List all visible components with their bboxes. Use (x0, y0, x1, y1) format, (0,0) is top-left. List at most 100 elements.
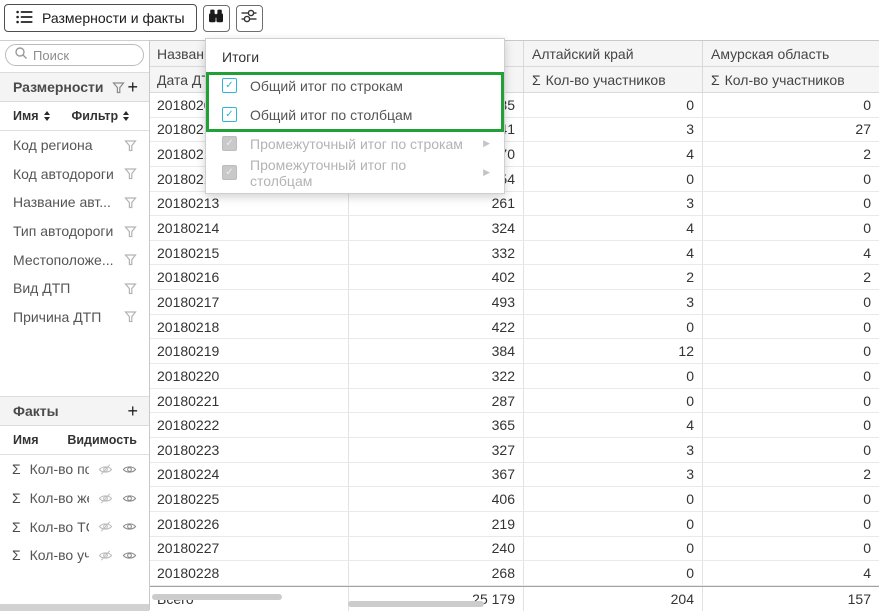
altai-value-cell: 4 (524, 413, 703, 437)
eye-off-icon[interactable] (98, 520, 113, 533)
filter-icon[interactable] (124, 225, 137, 238)
date-cell: 20180216 (150, 265, 349, 289)
eye-icon[interactable] (122, 463, 137, 476)
binoculars-icon (208, 8, 224, 29)
search-box (5, 44, 144, 66)
amur-value-cell: 0 (703, 167, 879, 191)
measure-label: Кол-во участников (725, 72, 845, 88)
sort-filter-control[interactable] (123, 111, 129, 121)
grand-total-amur: 157 (703, 587, 879, 611)
view-settings-button[interactable] (236, 5, 263, 32)
dimensions-section-header: Размерности + (0, 72, 149, 102)
dimension-item[interactable]: Название авт... (0, 188, 149, 217)
dimension-item[interactable]: Вид ДТП (0, 274, 149, 303)
total-value-cell: 240 (349, 537, 524, 561)
filter-icon[interactable] (124, 310, 137, 323)
menu-item[interactable]: ✓ Общий итог по строкам ▶ (206, 71, 504, 100)
eye-icon[interactable] (122, 492, 137, 505)
sort-name-control[interactable] (44, 111, 50, 121)
table-row: 20180227 240 0 0 (150, 537, 879, 562)
dimension-item[interactable]: Код автодороги (0, 160, 149, 189)
dimension-label: Код автодороги (13, 166, 124, 182)
filter-icon[interactable] (124, 167, 137, 180)
dimensions-facts-button[interactable]: Размерности и факты (4, 4, 197, 32)
dimension-item[interactable]: Местоположе... (0, 245, 149, 274)
total-value-cell: 261 (349, 192, 524, 216)
dimensions-col-filter: Фильтр (72, 109, 119, 123)
eye-icon[interactable] (122, 549, 137, 562)
filter-icon[interactable] (124, 196, 137, 209)
table-row: 20180219 384 12 0 (150, 339, 879, 364)
dimensions-list: Код региона Код автодороги Название авт.… (0, 131, 149, 331)
filter-icon[interactable] (124, 282, 137, 295)
menu-item[interactable]: ✓ Промежуточный итог по столбцам ▶ (206, 158, 504, 187)
fact-item[interactable]: Σ Кол-во участ... (0, 541, 149, 570)
date-cell: 20180224 (150, 463, 349, 487)
dimension-item[interactable]: Тип автодороги (0, 217, 149, 246)
menu-item[interactable]: ✓ Промежуточный итог по строкам ▶ (206, 129, 504, 158)
menu-item-label: Промежуточный итог по строкам (250, 136, 463, 152)
table-row: 20180225 406 0 0 (150, 487, 879, 512)
dimensions-columns-header: Имя Фильтр (0, 102, 149, 131)
table-row: 20180224 367 3 2 (150, 463, 879, 488)
date-cell: 20180221 (150, 389, 349, 413)
altai-value-cell: 0 (524, 537, 703, 561)
measure-header[interactable]: Σ Кол-во участников (524, 67, 703, 92)
submenu-arrow-icon[interactable]: ▶ (483, 138, 490, 149)
amur-value-cell: 0 (703, 290, 879, 314)
eye-off-icon[interactable] (98, 463, 113, 476)
altai-value-cell: 0 (524, 315, 703, 339)
search-data-button[interactable] (203, 5, 230, 32)
measure-header[interactable]: Σ Кол-во участников (703, 67, 879, 92)
filter-icon[interactable] (112, 81, 125, 94)
h-scrollbar-left-pane[interactable] (152, 594, 282, 600)
total-value-cell: 322 (349, 364, 524, 388)
total-value-cell: 324 (349, 216, 524, 240)
dimension-item[interactable]: Код региона (0, 131, 149, 160)
date-cell: 20180218 (150, 315, 349, 339)
toolbar: Размерности и факты (0, 0, 879, 36)
region-header[interactable]: Алтайский край (524, 41, 703, 66)
menu-item-label: Общий итог по столбцам (250, 107, 412, 123)
search-input[interactable] (33, 48, 133, 63)
eye-icon[interactable] (122, 520, 137, 533)
filter-icon[interactable] (124, 253, 137, 266)
fact-item[interactable]: Σ Кол-во поги... (0, 455, 149, 484)
fact-item[interactable]: Σ Кол-во ТС (0, 512, 149, 541)
altai-value-cell: 2 (524, 265, 703, 289)
table-row: 20180222 365 4 0 (150, 413, 879, 438)
fact-item[interactable]: Σ Кол-во жертв (0, 484, 149, 513)
altai-value-cell: 3 (524, 438, 703, 462)
dimensions-title: Размерности (13, 79, 104, 95)
altai-value-cell: 3 (524, 290, 703, 314)
checkbox[interactable]: ✓ (222, 107, 237, 122)
add-dimension-button[interactable]: + (127, 78, 138, 96)
checkbox[interactable]: ✓ (222, 78, 237, 93)
altai-value-cell: 4 (524, 216, 703, 240)
date-cell: 20180213 (150, 192, 349, 216)
dimension-item[interactable]: Причина ДТП (0, 303, 149, 332)
fact-label: Кол-во ТС (30, 519, 89, 535)
menu-item[interactable]: ✓ Общий итог по столбцам ▶ (206, 100, 504, 129)
region-header[interactable]: Амурская область (703, 41, 879, 66)
amur-value-cell: 0 (703, 413, 879, 437)
fact-label: Кол-во участ... (30, 547, 89, 563)
table-row: 20180221 287 0 0 (150, 389, 879, 414)
checkbox[interactable]: ✓ (222, 136, 237, 151)
checkbox[interactable]: ✓ (222, 165, 237, 180)
eye-off-icon[interactable] (98, 549, 113, 562)
altai-value-cell: 0 (524, 167, 703, 191)
h-scrollbar-data-pane[interactable] (348, 601, 484, 607)
date-cell: 20180219 (150, 339, 349, 363)
search-icon (14, 46, 28, 65)
table-row: 20180216 402 2 2 (150, 265, 879, 290)
altai-value-cell: 0 (524, 487, 703, 511)
add-fact-button[interactable]: + (127, 402, 138, 420)
filter-icon[interactable] (124, 139, 137, 152)
altai-value-cell: 12 (524, 339, 703, 363)
sigma-icon: Σ (12, 461, 21, 477)
altai-value-cell: 0 (524, 561, 703, 585)
eye-off-icon[interactable] (98, 492, 113, 505)
submenu-arrow-icon[interactable]: ▶ (483, 167, 490, 178)
sigma-icon: Σ (12, 519, 21, 535)
